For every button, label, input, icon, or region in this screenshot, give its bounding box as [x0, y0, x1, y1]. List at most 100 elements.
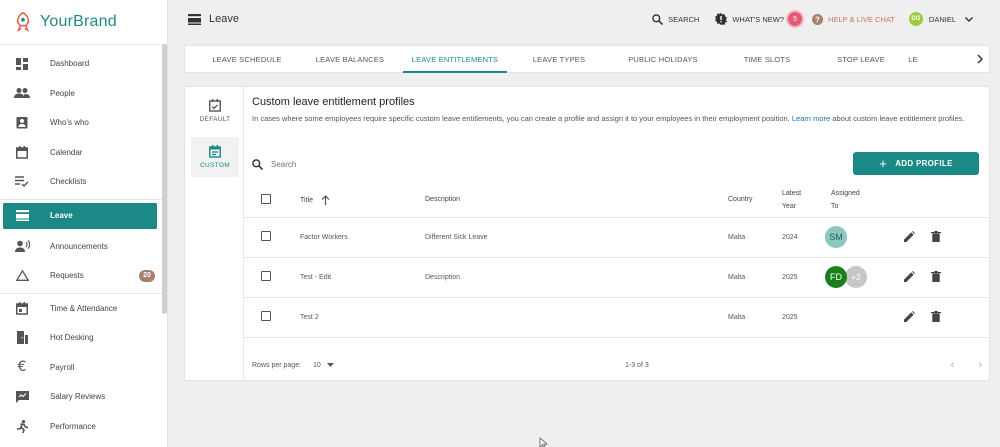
sidebar-item-time-attendance[interactable]: Time & Attendance	[0, 294, 167, 324]
sidebar-item-leave[interactable]: Leave	[3, 202, 157, 229]
profiles-content: Custom leave entitlement profiles In cas…	[244, 87, 990, 371]
help-live-chat-button[interactable]: ? HELP & LIVE CHAT	[812, 13, 895, 25]
add-profile-button[interactable]: + ADD PROFILE	[853, 152, 979, 175]
edit-pencil-icon[interactable]	[904, 310, 915, 322]
brand[interactable]: YourBrand	[0, 0, 167, 44]
avatar[interactable]: SM	[825, 226, 847, 248]
tab-leave-types[interactable]: LEAVE TYPES	[519, 46, 599, 72]
cell-country: Malta	[728, 257, 782, 298]
more-assignees-badge[interactable]: +2	[845, 266, 867, 288]
cell-year: 2025	[782, 297, 831, 338]
profiles-table: Title Description Country Latest Year As…	[244, 183, 990, 338]
warning-triangle-icon	[14, 268, 30, 284]
tab-public-holidays[interactable]: PUBLIC HOLIDAYS	[611, 46, 715, 72]
sidebar-item-label: Time & Attendance	[50, 303, 118, 313]
announcement-icon	[14, 238, 30, 254]
row-checkbox[interactable]	[261, 271, 271, 281]
whats-new-button[interactable]: WHAT'S NEW? 5	[715, 12, 803, 26]
side-tab-custom[interactable]: CUSTOM	[191, 137, 239, 177]
pager-buttons: ‹ ›	[927, 359, 982, 371]
mouse-cursor-icon	[539, 437, 549, 447]
column-latest-year-line1: Latest	[782, 189, 802, 197]
tab-stop-leave[interactable]: STOP LEAVE	[821, 46, 901, 72]
divider	[0, 198, 167, 200]
whats-new-label: WHAT'S NEW?	[732, 14, 785, 24]
tab-truncated[interactable]: LE	[903, 46, 923, 72]
tab-leave-schedule[interactable]: LEAVE SCHEDULE	[197, 46, 297, 72]
tab-leave-entitlements[interactable]: LEAVE ENTITLEMENTS	[403, 46, 507, 73]
svg-text:?: ?	[815, 15, 820, 24]
sidebar-item-people[interactable]: People	[0, 79, 167, 109]
sort-arrow-up-icon[interactable]	[321, 194, 330, 205]
help-label: HELP & LIVE CHAT	[828, 14, 895, 24]
sidebar-item-salary-reviews[interactable]: Salary Reviews	[0, 382, 167, 412]
tab-leave-balances[interactable]: LEAVE BALANCES	[301, 46, 399, 72]
calendar-icon	[14, 144, 30, 160]
edit-pencil-icon[interactable]	[904, 270, 915, 282]
sidebar-scrollbar[interactable]	[162, 44, 167, 314]
sidebar-item-requests[interactable]: Requests 20	[0, 261, 167, 291]
table-row[interactable]: Factor Workers Different Sick Leave Malt…	[244, 217, 990, 258]
select-all-checkbox[interactable]	[261, 193, 271, 204]
add-profile-label: ADD PROFILE	[895, 159, 953, 168]
dashboard-icon	[14, 56, 30, 72]
cell-actions	[904, 217, 990, 258]
row-checkbox[interactable]	[261, 311, 271, 321]
cell-assigned	[831, 297, 904, 338]
edit-pencil-icon[interactable]	[904, 230, 915, 242]
sidebar-item-label: Announcements	[50, 241, 108, 251]
cell-actions	[904, 297, 990, 338]
column-latest-year: Latest Year	[782, 183, 831, 218]
search-icon	[652, 13, 664, 25]
row-checkbox[interactable]	[261, 231, 271, 241]
chevron-down-icon	[965, 16, 973, 22]
sidebar-item-label: Hot Desking	[50, 333, 94, 343]
table-row[interactable]: Test 2 Malta 2025	[244, 297, 990, 338]
sidebar-item-whos-who[interactable]: Who's who	[0, 108, 167, 138]
sidebar-item-dashboard[interactable]: Dashboard	[0, 49, 167, 79]
description-text: In cases where some employees require sp…	[252, 114, 790, 123]
desk-icon	[14, 330, 30, 346]
side-tab-default[interactable]: DEFAULT	[191, 91, 239, 131]
page-title: Leave	[209, 13, 239, 25]
cell-year: 2025	[782, 257, 831, 298]
rows-per-page-select[interactable]: 10	[313, 362, 334, 369]
table-pagination: Rows per page: 10 1-3 of 3 ‹ ›	[252, 355, 982, 375]
table-row[interactable]: Test - Edit Description Malta 2025 FD +2	[244, 257, 990, 298]
sidebar-item-label: Performance	[50, 421, 96, 431]
next-page-icon[interactable]: ›	[978, 359, 982, 371]
sidebar-item-announcements[interactable]: Announcements	[0, 232, 167, 262]
delete-trash-icon[interactable]	[930, 230, 941, 242]
cell-assigned: FD +2	[825, 257, 904, 298]
calendar-check-icon	[209, 99, 221, 112]
search-input[interactable]	[271, 159, 571, 169]
sidebar-item-checklists[interactable]: Checklists	[0, 167, 167, 197]
sidebar-item-label: Who's who	[50, 118, 89, 128]
search-button[interactable]: SEARCH	[652, 13, 699, 25]
sidebar-item-calendar[interactable]: Calendar	[0, 138, 167, 168]
dropdown-arrow-icon	[326, 362, 334, 367]
user-menu[interactable]: DG DANIEL	[908, 12, 978, 26]
avatar[interactable]: FD	[825, 266, 847, 288]
column-country: Country	[728, 183, 782, 218]
chevron-right-icon[interactable]	[977, 54, 983, 64]
sidebar-item-performance[interactable]: Performance	[0, 412, 167, 442]
side-tab-label: CUSTOM	[200, 162, 230, 169]
user-name: DANIEL	[928, 14, 956, 24]
previous-page-icon[interactable]: ‹	[951, 359, 955, 371]
column-title-label: Title	[300, 196, 313, 204]
column-description: Description	[425, 183, 728, 218]
column-title[interactable]: Title	[300, 183, 425, 218]
sidebar-item-hot-desking[interactable]: Hot Desking	[0, 323, 167, 353]
checklist-icon	[14, 174, 30, 190]
delete-trash-icon[interactable]	[930, 270, 941, 282]
rows-per-page-value: 10	[313, 361, 321, 369]
calendar-list-icon	[209, 145, 221, 158]
learn-more-link[interactable]: Learn more	[792, 114, 830, 123]
tab-time-slots[interactable]: TIME SLOTS	[727, 46, 807, 72]
running-icon	[14, 418, 30, 434]
user-avatar: DG	[908, 12, 923, 26]
sidebar-item-payroll[interactable]: € Payroll	[0, 353, 167, 383]
delete-trash-icon[interactable]	[930, 310, 941, 322]
cell-description: Different Sick Leave	[425, 217, 728, 258]
